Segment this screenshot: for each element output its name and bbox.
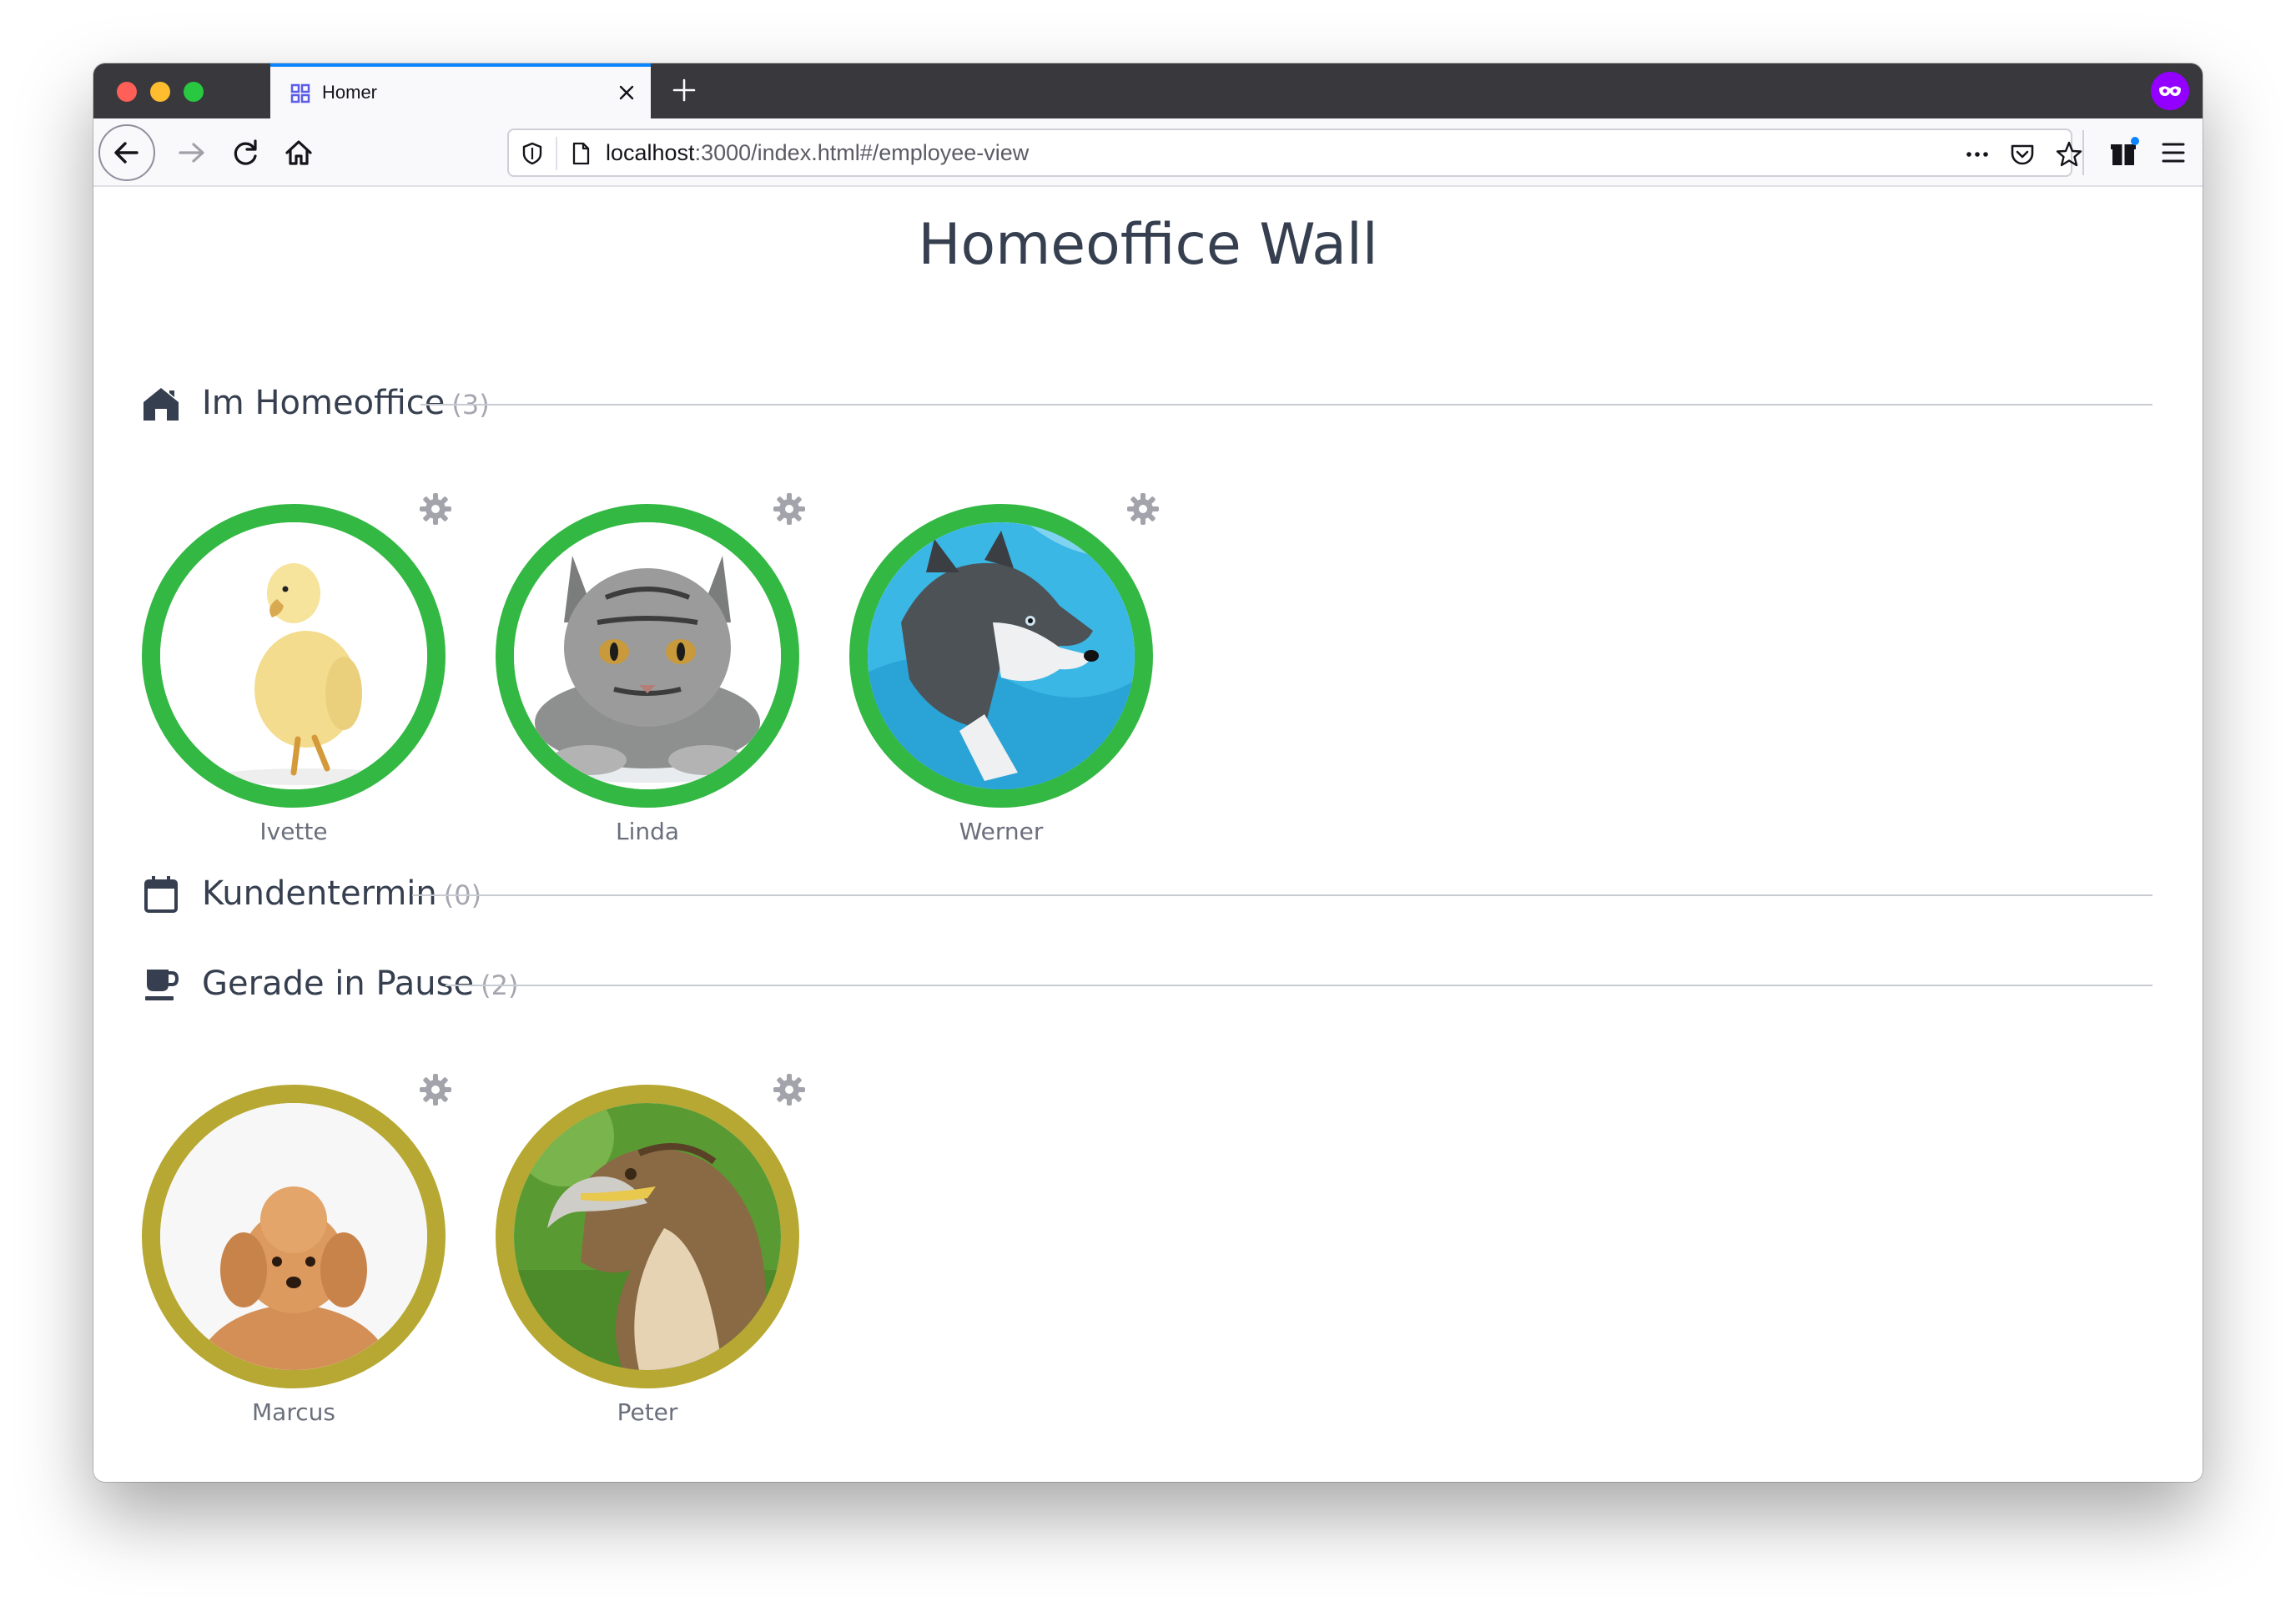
home-icon bbox=[142, 385, 180, 422]
tab-title: Homer bbox=[322, 82, 378, 103]
page-content: Homeoffice Wall Im Homeoffice (3) Ivette… bbox=[93, 187, 2203, 1482]
tab-strip: Homer bbox=[93, 63, 2203, 118]
home-button-icon[interactable] bbox=[274, 128, 324, 178]
employee-card[interactable]: Ivette bbox=[142, 459, 492, 845]
toolbar-divider bbox=[2082, 130, 2084, 175]
employee-card[interactable]: Werner bbox=[849, 459, 1200, 845]
forward-arrow-icon[interactable] bbox=[167, 128, 217, 178]
avatar[interactable] bbox=[142, 504, 446, 808]
close-tab-icon[interactable] bbox=[614, 80, 639, 105]
section-divider bbox=[446, 985, 2152, 986]
employee-card[interactable]: Peter bbox=[496, 1040, 846, 1426]
section-divider bbox=[420, 404, 2152, 406]
employee-name: Linda bbox=[615, 818, 680, 845]
section-header-homeoffice: Im Homeoffice (3) bbox=[142, 380, 2152, 427]
section-title: Kundentermin (0) bbox=[202, 874, 481, 913]
gear-icon[interactable] bbox=[771, 491, 808, 527]
avatar[interactable] bbox=[496, 1085, 799, 1388]
employee-name: Marcus bbox=[252, 1398, 335, 1426]
close-window-button[interactable] bbox=[117, 82, 137, 102]
new-tab-icon[interactable] bbox=[669, 75, 699, 105]
gear-icon[interactable] bbox=[771, 1071, 808, 1108]
tab-homer[interactable]: Homer bbox=[270, 63, 651, 118]
duckling-photo bbox=[160, 522, 427, 789]
reload-icon[interactable] bbox=[220, 128, 270, 178]
private-mask-icon[interactable] bbox=[2151, 72, 2189, 110]
section-label-text: Kundentermin bbox=[202, 874, 437, 913]
section-label-text: Gerade in Pause bbox=[202, 965, 475, 1003]
minimize-window-button[interactable] bbox=[150, 82, 170, 102]
url-host: localhost bbox=[606, 140, 695, 165]
section-title: Gerade in Pause (2) bbox=[202, 965, 518, 1003]
address-bar[interactable]: localhost:3000/index.html#/employee-view bbox=[507, 128, 2082, 177]
eagle-photo bbox=[514, 1103, 781, 1370]
pocket-icon[interactable] bbox=[2007, 139, 2037, 169]
employee-name: Ivette bbox=[259, 818, 328, 845]
poodle-photo bbox=[160, 1103, 427, 1370]
url-text[interactable]: localhost:3000/index.html#/employee-view bbox=[606, 140, 1029, 166]
page-actions-icon[interactable] bbox=[1962, 139, 1992, 169]
bookmark-star-icon[interactable] bbox=[2054, 139, 2084, 169]
zoom-window-button[interactable] bbox=[184, 82, 204, 102]
section-header-pause: Gerade in Pause (2) bbox=[142, 961, 2152, 1008]
page-info-icon[interactable] bbox=[567, 140, 594, 167]
husky-photo bbox=[868, 522, 1135, 789]
avatar[interactable] bbox=[142, 1085, 446, 1388]
calendar-icon bbox=[142, 876, 180, 913]
coffee-cup-icon bbox=[142, 966, 180, 1003]
url-path: :3000/index.html#/employee-view bbox=[694, 140, 1030, 165]
section-label-text: Im Homeoffice bbox=[202, 384, 446, 422]
tabby-cat-photo bbox=[514, 522, 781, 789]
url-divider bbox=[556, 137, 557, 170]
extensions-gift-icon[interactable] bbox=[2101, 130, 2146, 175]
employee-card[interactable]: Linda bbox=[496, 459, 846, 845]
back-arrow-icon[interactable] bbox=[98, 124, 155, 181]
homer-favicon-icon bbox=[287, 80, 314, 107]
employee-name: Peter bbox=[617, 1398, 678, 1426]
gear-icon[interactable] bbox=[417, 1071, 454, 1108]
navigation-toolbar: localhost:3000/index.html#/employee-view bbox=[93, 118, 2203, 187]
gear-icon[interactable] bbox=[1125, 491, 1161, 527]
employee-card[interactable]: Marcus bbox=[142, 1040, 492, 1426]
gear-icon[interactable] bbox=[417, 491, 454, 527]
tracking-shield-icon[interactable] bbox=[519, 140, 546, 167]
page-title: Homeoffice Wall bbox=[918, 212, 1378, 278]
menu-hamburger-icon[interactable] bbox=[2151, 130, 2196, 175]
section-divider bbox=[412, 894, 2152, 896]
browser-window: Homer localhost:3000/index.html#/employe… bbox=[93, 63, 2203, 1482]
avatar[interactable] bbox=[496, 504, 799, 808]
employee-name: Werner bbox=[959, 818, 1044, 845]
section-header-kundentermin: Kundentermin (0) bbox=[142, 871, 2152, 918]
section-title: Im Homeoffice (3) bbox=[202, 384, 490, 422]
avatar[interactable] bbox=[849, 504, 1153, 808]
